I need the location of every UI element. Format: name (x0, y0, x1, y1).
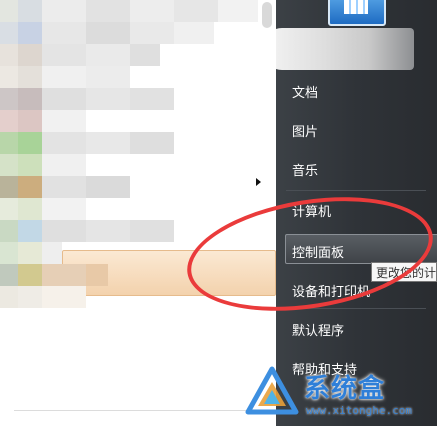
programs-panel (0, 0, 276, 426)
user-picture-icon[interactable] (328, 0, 386, 26)
scroll-indicator[interactable] (262, 2, 272, 28)
xitonghe-logo-icon (245, 366, 299, 415)
submenu-arrow-icon[interactable] (256, 178, 261, 186)
menu-label-default-programs: 默认程序 (292, 324, 345, 339)
username-item[interactable] (276, 28, 414, 70)
menu-label-pictures: 图片 (292, 125, 319, 140)
watermark-text: 系统盒 (304, 374, 386, 404)
windows-flag-icon (344, 0, 368, 14)
menu-label-documents: 文档 (292, 86, 319, 101)
watermark: 系统盒 www.xitonghe.com (244, 366, 437, 426)
menu-label-music: 音乐 (292, 164, 319, 179)
watermark-url: www.xitonghe.com (306, 404, 412, 417)
divider (14, 410, 254, 411)
menu-separator (286, 190, 426, 191)
